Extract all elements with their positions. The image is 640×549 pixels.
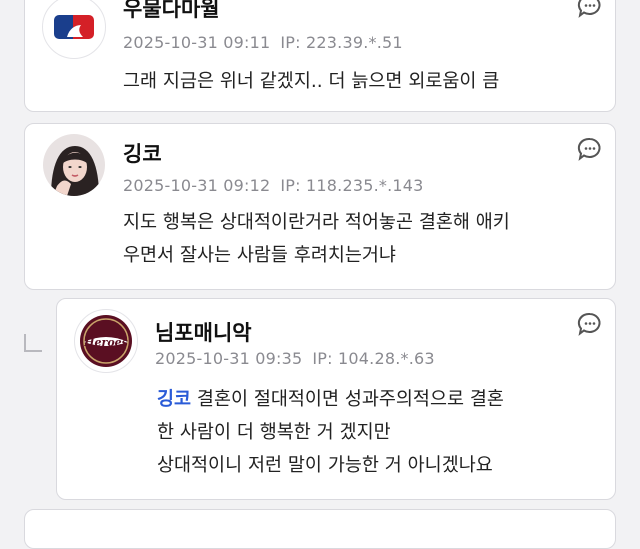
reply-text-line: 깅코 결혼이 절대적이면 성과주의적으로 결혼: [157, 383, 504, 416]
reply-date: 2025-10-31 09:35: [155, 349, 303, 368]
comment-card: [24, 509, 616, 549]
reply-bubble-icon[interactable]: [577, 136, 603, 162]
comment-body: 그래 지금은 위너 같겠지.. 더 늙으면 외로움이 큼: [123, 65, 499, 98]
mlb-logo-icon: [54, 15, 94, 39]
comment-card: 깅코 2025-10-31 09:12 IP: 118.235.*.143 지도 …: [24, 123, 616, 290]
comment-card: 우물다마월 2025-10-31 09:11 IP: 223.39.*.51 그래…: [24, 0, 616, 112]
comment-nickname[interactable]: 우물다마월: [123, 0, 220, 23]
comment-date: 2025-10-31 09:12: [123, 176, 271, 195]
comment-text-line: 그래 지금은 위너 같겠지.. 더 늙으면 외로움이 큼: [123, 71, 500, 92]
reply-card: Heroes 님포매니악 2025-10-31 09:35 IP: 104.28.…: [56, 298, 616, 500]
reply-bubble-icon[interactable]: [577, 311, 603, 337]
reply-indent-marker: [24, 334, 42, 352]
heroes-logo-icon: Heroes: [80, 315, 132, 367]
reply-body: 깅코 결혼이 절대적이면 성과주의적으로 결혼 한 사람이 더 행복한 거 겠지…: [157, 383, 504, 482]
heroes-logo-text: Heroes: [83, 336, 128, 349]
comment-meta: 2025-10-31 09:12 IP: 118.235.*.143: [123, 176, 424, 195]
avatar[interactable]: Heroes: [74, 309, 138, 373]
comment-nickname[interactable]: 깅코: [123, 138, 162, 168]
comment-meta: 2025-10-31 09:11 IP: 223.39.*.51: [123, 33, 403, 52]
comment-body: 지도 행복은 상대적이란거라 적어놓곤 결혼해 애키 우면서 잘사는 사람들 후…: [123, 206, 510, 272]
comment-date: 2025-10-31 09:11: [123, 33, 271, 52]
reply-nickname[interactable]: 님포매니악: [155, 317, 252, 347]
comment-ip: IP: 223.39.*.51: [280, 33, 403, 52]
profile-photo-icon: [43, 134, 105, 196]
reply-text-line: 상대적이니 저런 말이 가능한 거 아니겠나요: [157, 455, 493, 476]
reply-bubble-icon[interactable]: [577, 0, 603, 19]
mention-link[interactable]: 깅코: [157, 389, 191, 410]
avatar[interactable]: [43, 134, 105, 196]
reply-ip: IP: 104.28.*.63: [312, 349, 435, 368]
comment-text-line: 우면서 잘사는 사람들 후려치는거냐: [123, 245, 396, 266]
avatar[interactable]: [42, 0, 106, 59]
comment-text-line: 지도 행복은 상대적이란거라 적어놓곤 결혼해 애키: [123, 212, 510, 233]
comment-ip: IP: 118.235.*.143: [280, 176, 424, 195]
reply-text-line: 한 사람이 더 행복한 거 겠지만: [157, 422, 391, 443]
reply-text-fragment: 결혼이 절대적이면 성과주의적으로 결혼: [191, 389, 504, 410]
reply-meta: 2025-10-31 09:35 IP: 104.28.*.63: [155, 349, 435, 368]
